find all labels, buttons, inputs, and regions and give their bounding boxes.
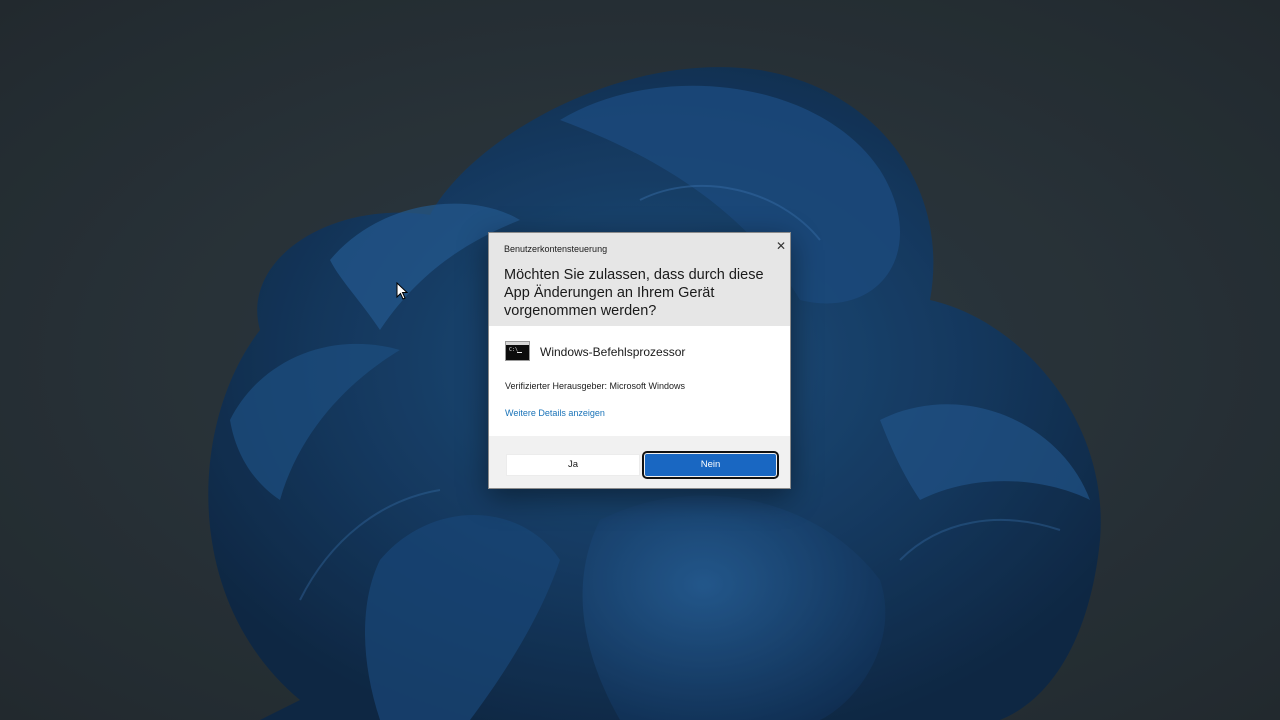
uac-dialog: Benutzerkontensteuerung ✕ Möchten Sie zu…	[488, 232, 791, 489]
no-button[interactable]: Nein	[642, 451, 779, 479]
uac-footer: Ja Nein	[489, 436, 790, 488]
yes-button[interactable]: Ja	[506, 454, 640, 476]
dialog-caption: Benutzerkontensteuerung	[504, 244, 608, 254]
uac-header: Benutzerkontensteuerung ✕ Möchten Sie zu…	[489, 233, 790, 326]
publisher-text: Verifizierter Herausgeber: Microsoft Win…	[505, 381, 686, 391]
app-info-row: C:\ Windows-Befehlsprozessor	[505, 341, 775, 363]
app-name: Windows-Befehlsprozessor	[540, 345, 686, 359]
close-icon[interactable]: ✕	[773, 238, 789, 254]
command-prompt-icon: C:\	[505, 341, 530, 361]
mouse-pointer-icon	[396, 282, 409, 300]
more-details-link[interactable]: Weitere Details anzeigen	[505, 408, 605, 418]
dialog-question: Möchten Sie zulassen, dass durch diese A…	[504, 267, 764, 319]
